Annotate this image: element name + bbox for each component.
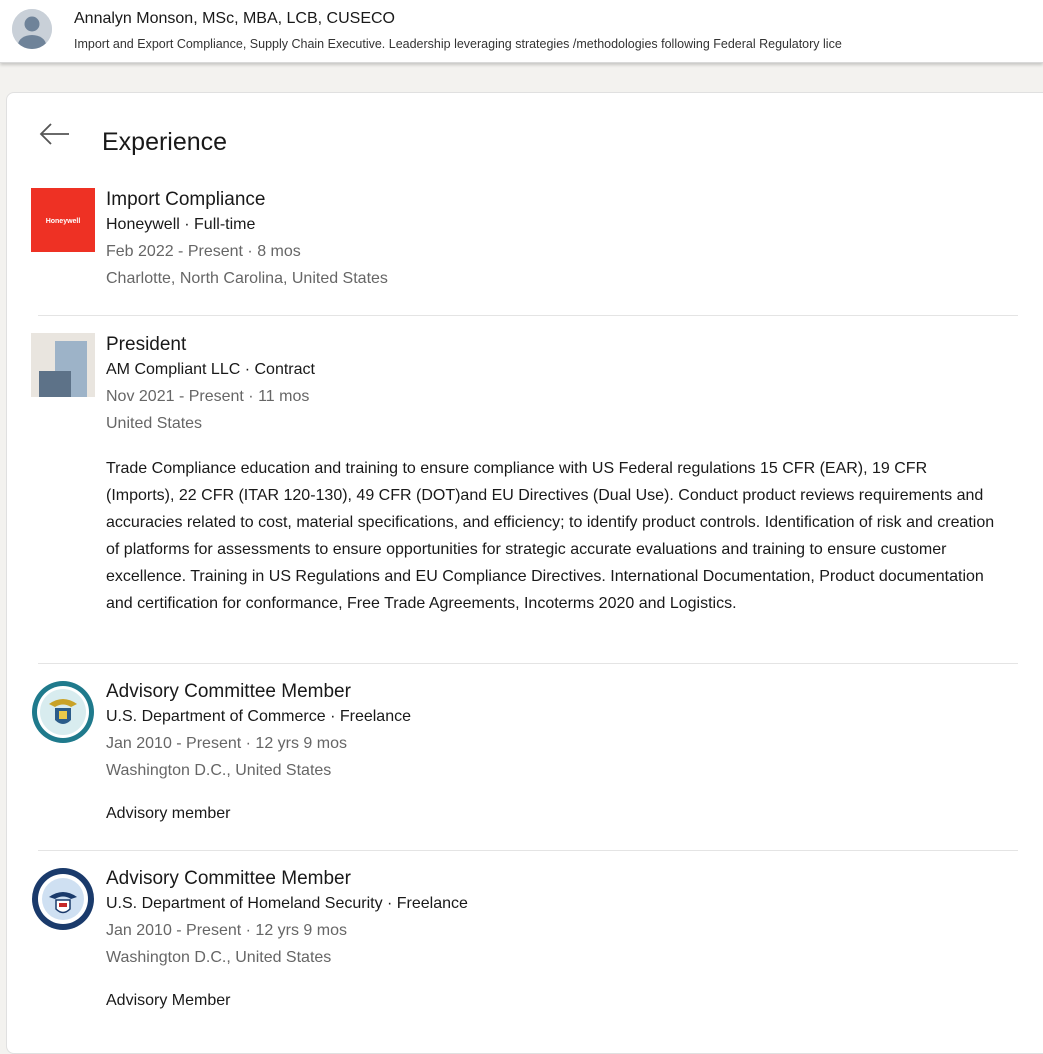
person-icon: [12, 9, 52, 49]
experience-dates: Feb 2022 - Present · 8 mos: [106, 243, 301, 260]
experience-title: Advisory Committee Member: [106, 868, 351, 889]
experience-dates: Nov 2021 - Present · 11 mos: [106, 388, 310, 405]
experience-title: Advisory Committee Member: [106, 681, 351, 702]
experience-company: U.S. Department of Commerce · Freelance: [106, 708, 411, 725]
experience-location: United States: [106, 415, 203, 432]
experience-description: Advisory member: [106, 805, 231, 822]
divider: [38, 315, 1018, 316]
honeywell-logo-icon: Honeywell: [31, 188, 95, 252]
back-button[interactable]: [38, 121, 72, 147]
page-title: Experience: [102, 128, 228, 156]
avatar[interactable]: [12, 9, 52, 49]
dhs-seal-icon: [32, 868, 94, 930]
profile-name: Annalyn Monson, MSc, MBA, LCB, CUSECO: [74, 10, 395, 27]
experience-title: Import Compliance: [106, 189, 266, 210]
profile-top-bar: Annalyn Monson, MSc, MBA, LCB, CUSECO Im…: [0, 0, 1043, 63]
experience-location: Charlotte, North Carolina, United States: [106, 270, 388, 287]
arrow-left-icon: [39, 123, 69, 145]
company-logo-commerce[interactable]: [31, 680, 95, 744]
svg-text:Honeywell: Honeywell: [46, 218, 81, 225]
experience-location: Washington D.C., United States: [106, 949, 332, 966]
company-logo-dhs[interactable]: [31, 867, 95, 931]
experience-company: U.S. Department of Homeland Security · F…: [106, 895, 468, 912]
commerce-seal-icon: [32, 681, 94, 743]
company-placeholder-icon: [31, 333, 95, 397]
experience-company: Honeywell · Full-time: [106, 216, 256, 233]
company-logo-placeholder[interactable]: [31, 333, 95, 397]
experience-dates: Jan 2010 - Present · 12 yrs 9 mos: [106, 922, 347, 939]
company-logo-honeywell[interactable]: Honeywell: [31, 188, 95, 252]
divider: [38, 850, 1018, 851]
experience-description: Advisory Member: [106, 992, 231, 1009]
experience-dates: Jan 2010 - Present · 12 yrs 9 mos: [106, 735, 347, 752]
divider: [38, 663, 1018, 664]
profile-headline: Import and Export Compliance, Supply Cha…: [74, 37, 842, 51]
experience-location: Washington D.C., United States: [106, 762, 332, 779]
experience-description: Trade Compliance education and training …: [106, 460, 995, 612]
experience-title: President: [106, 334, 187, 355]
experience-company: AM Compliant LLC · Contract: [106, 361, 315, 378]
